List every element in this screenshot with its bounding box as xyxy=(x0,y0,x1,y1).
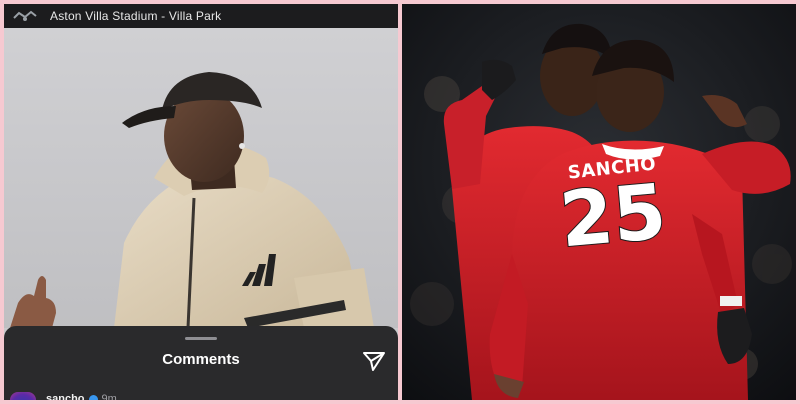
story-panel: Aston Villa Stadium - Villa Park Comment… xyxy=(4,4,398,400)
comments-sheet[interactable]: Comments sancho 9m xyxy=(4,326,398,400)
comment-row[interactable]: sancho 9m xyxy=(10,392,117,400)
avatar[interactable] xyxy=(10,392,36,400)
comment-username[interactable]: sancho xyxy=(46,393,85,400)
location-bar[interactable]: Aston Villa Stadium - Villa Park xyxy=(4,4,398,28)
verified-icon xyxy=(88,394,98,400)
location-label: Aston Villa Stadium - Villa Park xyxy=(50,9,222,23)
location-logo-icon xyxy=(12,9,38,23)
comment-time: 9m xyxy=(101,393,117,400)
jersey-number: 25 xyxy=(555,166,670,266)
comments-title: Comments xyxy=(162,351,240,368)
story-photo xyxy=(4,28,398,329)
sheet-drag-handle[interactable] xyxy=(185,337,217,340)
send-icon[interactable] xyxy=(362,350,386,372)
